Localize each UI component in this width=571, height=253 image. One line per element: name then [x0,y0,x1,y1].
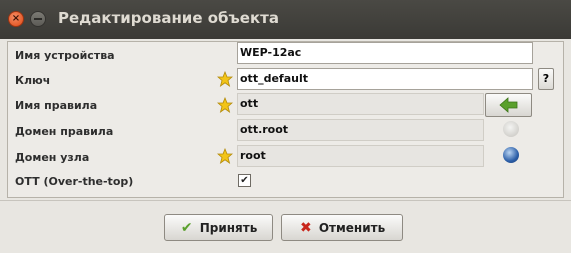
minimize-window-button[interactable] [30,11,46,27]
key-label: Ключ [15,74,51,87]
titlebar: × Редактирование объекта [0,0,571,39]
arrow-left-icon [499,97,518,113]
back-button[interactable] [485,93,532,117]
check-icon: ✔ [180,219,193,236]
rule-name-field[interactable]: ott [237,93,484,115]
globe-icon[interactable] [503,147,519,163]
separator [0,200,571,201]
ott-checkbox[interactable]: ✔ [238,174,251,187]
device-name-field[interactable]: WEP-12ac [237,42,533,64]
rule-domain-field: ott.root [237,119,484,141]
x-icon: ✖ [299,219,312,236]
window-title: Редактирование объекта [58,9,279,27]
rule-name-label: Имя правила [15,99,98,112]
rule-domain-label: Домен правила [15,125,114,138]
node-domain-field[interactable]: root [237,145,484,167]
cancel-button-label: Отменить [318,220,386,235]
ott-label: OTT (Over-the-top) [15,175,134,188]
accept-button-label: Принять [199,220,258,235]
globe-icon-disabled [503,121,519,137]
star-icon [217,71,233,87]
edit-object-dialog: × Редактирование объекта Имя устройства … [0,0,571,253]
help-button[interactable]: ? [538,68,554,90]
star-icon [217,97,233,113]
form-panel: Имя устройства WEP-12ac Ключ ott_default… [7,41,564,198]
cancel-button[interactable]: ✖ Отменить [281,214,403,241]
key-field[interactable]: ott_default [237,68,533,90]
star-icon [217,148,233,164]
device-name-label: Имя устройства [15,49,115,62]
close-window-button[interactable]: × [8,11,24,27]
accept-button[interactable]: ✔ Принять [164,214,273,241]
node-domain-label: Домен узла [15,151,90,164]
